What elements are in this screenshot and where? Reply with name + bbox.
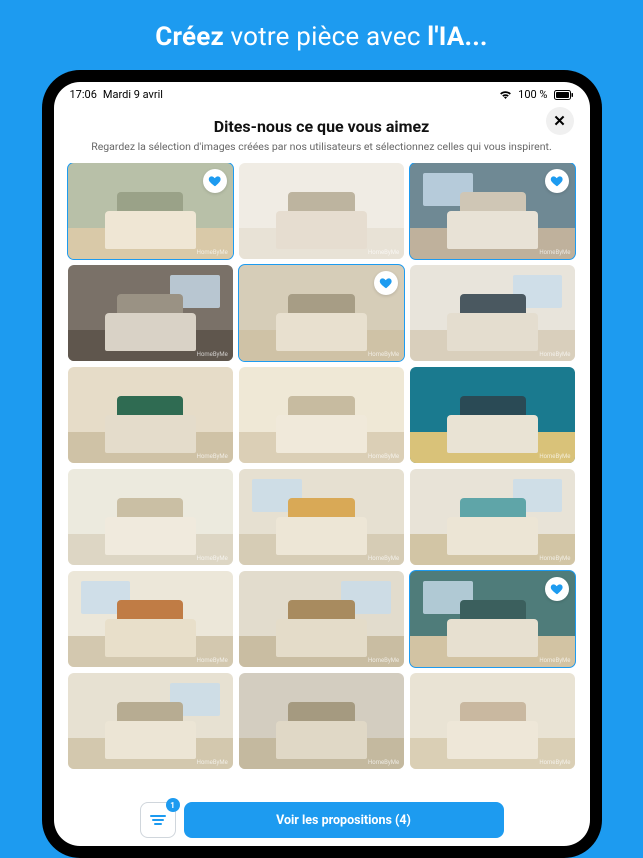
watermark: HomeByMe xyxy=(539,555,570,562)
watermark: HomeByMe xyxy=(368,453,399,460)
close-icon: ✕ xyxy=(553,112,566,130)
watermark: HomeByMe xyxy=(197,249,228,256)
room-render: HomeByMe xyxy=(68,469,233,565)
watermark: HomeByMe xyxy=(368,351,399,358)
image-tile[interactable]: HomeByMe xyxy=(410,265,575,361)
image-tile[interactable]: HomeByMe xyxy=(239,571,404,667)
image-tile[interactable]: HomeByMe xyxy=(68,265,233,361)
image-tile[interactable]: HomeByMe xyxy=(410,673,575,769)
room-render: HomeByMe xyxy=(410,673,575,769)
image-tile[interactable]: HomeByMe xyxy=(68,367,233,463)
image-tile[interactable]: HomeByMe xyxy=(410,469,575,565)
image-tile[interactable]: HomeByMe xyxy=(239,469,404,565)
watermark: HomeByMe xyxy=(539,759,570,766)
watermark: HomeByMe xyxy=(197,759,228,766)
room-render: HomeByMe xyxy=(410,265,575,361)
room-render: HomeByMe xyxy=(68,367,233,463)
image-tile[interactable]: HomeByMe xyxy=(410,367,575,463)
image-tile[interactable]: HomeByMe xyxy=(239,673,404,769)
screen: 17:06 Mardi 9 avril 100 % ✕ Dites-nous c… xyxy=(54,82,590,846)
image-tile[interactable]: HomeByMe xyxy=(410,163,575,259)
room-render: HomeByMe xyxy=(68,673,233,769)
page-title: Dites-nous ce que vous aimez xyxy=(70,117,574,136)
image-tile[interactable]: HomeByMe xyxy=(68,673,233,769)
device-frame: 17:06 Mardi 9 avril 100 % ✕ Dites-nous c… xyxy=(42,70,602,858)
wifi-icon xyxy=(499,90,512,100)
page-subtitle: Regardez la sélection d'images créées pa… xyxy=(70,140,574,153)
image-tile[interactable]: HomeByMe xyxy=(239,367,404,463)
watermark: HomeByMe xyxy=(197,657,228,664)
room-render: HomeByMe xyxy=(68,571,233,667)
watermark: HomeByMe xyxy=(539,249,570,256)
heart-icon[interactable] xyxy=(374,271,398,295)
watermark: HomeByMe xyxy=(197,351,228,358)
room-render: HomeByMe xyxy=(410,469,575,565)
cta-label: Voir les propositions (4) xyxy=(276,813,411,828)
watermark: HomeByMe xyxy=(368,657,399,664)
room-render: HomeByMe xyxy=(239,571,404,667)
room-render: HomeByMe xyxy=(239,673,404,769)
filter-badge: 1 xyxy=(166,798,180,812)
watermark: HomeByMe xyxy=(197,555,228,562)
view-proposals-button[interactable]: Voir les propositions (4) xyxy=(184,802,504,838)
close-button[interactable]: ✕ xyxy=(546,107,574,135)
bottom-bar: 1 Voir les propositions (4) xyxy=(54,802,590,838)
room-render: HomeByMe xyxy=(239,469,404,565)
image-tile[interactable]: HomeByMe xyxy=(68,469,233,565)
header: ✕ Dites-nous ce que vous aimez Regardez … xyxy=(54,103,590,163)
watermark: HomeByMe xyxy=(368,249,399,256)
image-tile[interactable]: HomeByMe xyxy=(410,571,575,667)
filter-button[interactable]: 1 xyxy=(140,802,176,838)
room-render: HomeByMe xyxy=(239,163,404,259)
promo-headline: Créez votre pièce avec l'IA... xyxy=(155,22,487,52)
image-tile[interactable]: HomeByMe xyxy=(68,163,233,259)
image-grid: HomeByMe HomeByMe HomeByMe HomeByMe HomeByMe… xyxy=(54,163,590,846)
status-time: 17:06 xyxy=(70,88,97,101)
filter-icon xyxy=(150,811,166,830)
status-bar: 17:06 Mardi 9 avril 100 % xyxy=(54,82,590,103)
watermark: HomeByMe xyxy=(368,759,399,766)
heart-icon[interactable] xyxy=(203,169,227,193)
watermark: HomeByMe xyxy=(368,555,399,562)
watermark: HomeByMe xyxy=(539,453,570,460)
room-render: HomeByMe xyxy=(410,367,575,463)
image-tile[interactable]: HomeByMe xyxy=(239,163,404,259)
status-battery-text: 100 % xyxy=(518,88,547,101)
room-render: HomeByMe xyxy=(68,265,233,361)
watermark: HomeByMe xyxy=(539,657,570,664)
status-date: Mardi 9 avril xyxy=(103,88,163,101)
watermark: HomeByMe xyxy=(539,351,570,358)
battery-icon xyxy=(554,90,574,100)
room-render: HomeByMe xyxy=(239,367,404,463)
image-tile[interactable]: HomeByMe xyxy=(68,571,233,667)
image-tile[interactable]: HomeByMe xyxy=(239,265,404,361)
watermark: HomeByMe xyxy=(197,453,228,460)
